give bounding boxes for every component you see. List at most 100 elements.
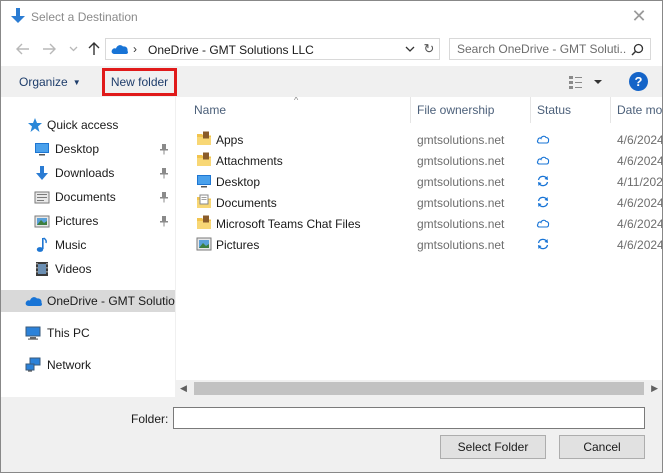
sidebar-item-label: Quick access xyxy=(47,118,119,132)
search-box[interactable] xyxy=(449,38,651,60)
refresh-icon[interactable]: ↻ xyxy=(421,41,437,57)
sidebar-item-pictures[interactable]: Pictures xyxy=(1,210,175,232)
close-button[interactable]: ✕ xyxy=(616,1,662,32)
change-view-icon[interactable] xyxy=(568,74,606,90)
search-icon xyxy=(631,43,644,56)
documents-icon xyxy=(197,194,211,208)
sidebar-item-this-pc[interactable]: This PC xyxy=(1,322,175,344)
file-row[interactable]: Documents gmtsolutions.net 4/6/2024 xyxy=(176,192,662,213)
new-folder-button[interactable]: New folder xyxy=(102,68,177,96)
download-arrow-icon xyxy=(11,8,25,23)
sync-status-icon xyxy=(537,196,549,208)
pin-icon[interactable] xyxy=(159,191,169,203)
file-name: Microsoft Teams Chat Files xyxy=(216,217,361,231)
horizontal-scrollbar[interactable]: ◀ ▶ xyxy=(176,380,662,397)
caret-down-icon: ▼ xyxy=(72,78,81,87)
up-button[interactable] xyxy=(86,41,102,57)
file-row[interactable]: Desktop gmtsolutions.net 4/11/2024 xyxy=(176,171,662,192)
new-folder-label: New folder xyxy=(110,75,169,89)
sidebar-item-quick-access[interactable]: Quick access xyxy=(1,114,175,136)
file-row[interactable]: Attachments gmtsolutions.net 4/6/2024 xyxy=(176,150,662,171)
sidebar-item-desktop[interactable]: Desktop xyxy=(1,138,175,160)
network-icon xyxy=(25,357,41,372)
search-input[interactable] xyxy=(457,42,627,56)
sidebar-item-music[interactable]: Music xyxy=(1,234,175,256)
sidebar-item-label: Network xyxy=(47,358,92,372)
cloud-status-icon xyxy=(536,219,550,228)
back-button[interactable] xyxy=(15,41,31,57)
sidebar-item-label: Pictures xyxy=(55,214,99,228)
pictures-icon xyxy=(34,215,50,228)
star-icon xyxy=(28,118,42,132)
select-destination-dialog: Select a Destination ✕ › OneDrive - GMT … xyxy=(0,0,663,473)
back-arrow-icon xyxy=(16,43,29,55)
sync-status-icon xyxy=(537,238,549,250)
navigation-pane: Quick access Desktop Downloads Documents… xyxy=(1,97,176,397)
file-date: 4/6/2024 xyxy=(617,238,662,252)
folder-label: Folder: xyxy=(131,412,169,426)
navigation-bar: › OneDrive - GMT Solutions LLC ↻ xyxy=(1,32,662,66)
onedrive-icon xyxy=(25,297,42,306)
forward-arrow-icon xyxy=(43,43,56,55)
organize-button[interactable]: Organize ▼ xyxy=(19,75,81,89)
cloud-status-icon xyxy=(536,135,550,144)
file-date: 4/11/2024 xyxy=(617,175,662,189)
file-date: 4/6/2024 xyxy=(617,133,662,147)
scroll-thumb[interactable] xyxy=(194,382,644,395)
download-icon xyxy=(36,166,48,180)
file-name: Attachments xyxy=(216,154,283,168)
window-title: Select a Destination xyxy=(31,10,138,24)
column-header-label: Name xyxy=(194,103,227,117)
file-row[interactable]: Apps gmtsolutions.net 4/6/2024 xyxy=(176,129,662,150)
onedrive-cloud-icon xyxy=(111,45,128,54)
sidebar-item-label: This PC xyxy=(47,326,90,340)
address-path[interactable]: OneDrive - GMT Solutions LLC xyxy=(148,43,314,57)
file-row[interactable]: Pictures gmtsolutions.net 4/6/2024 xyxy=(176,234,662,255)
column-header-label: Status xyxy=(537,103,572,117)
sidebar-item-label: Downloads xyxy=(55,166,115,180)
file-owner: gmtsolutions.net xyxy=(417,238,505,252)
chevron-down-icon[interactable] xyxy=(403,42,417,56)
desktop-icon xyxy=(197,175,211,188)
sidebar-item-videos[interactable]: Videos xyxy=(1,258,175,280)
file-row[interactable]: Microsoft Teams Chat Files gmtsolutions.… xyxy=(176,213,662,234)
folder-icon xyxy=(197,215,211,229)
scroll-left-icon[interactable]: ◀ xyxy=(180,383,187,394)
file-date: 4/6/2024 xyxy=(617,154,662,168)
file-name: Documents xyxy=(216,196,277,210)
desktop-icon xyxy=(35,143,49,156)
sidebar-item-downloads[interactable]: Downloads xyxy=(1,162,175,184)
file-name: Desktop xyxy=(216,175,261,189)
folder-icon xyxy=(197,131,211,145)
help-button[interactable]: ? xyxy=(629,72,648,91)
forward-button[interactable] xyxy=(41,41,57,57)
cancel-button[interactable]: Cancel xyxy=(559,435,645,459)
computer-icon xyxy=(25,326,41,340)
organize-label: Organize xyxy=(19,75,68,89)
column-header-file-ownership[interactable]: File ownership xyxy=(417,97,531,123)
file-owner: gmtsolutions.net xyxy=(417,175,505,189)
column-header-date-modified[interactable]: Date modified xyxy=(617,97,662,123)
sidebar-item-label: Desktop xyxy=(55,142,100,156)
sidebar-item-onedrive[interactable]: OneDrive - GMT Solutions LLC xyxy=(1,290,175,312)
file-owner: gmtsolutions.net xyxy=(417,217,505,231)
column-header-label: Date modified xyxy=(617,103,662,117)
cloud-status-icon xyxy=(536,156,550,165)
help-icon: ? xyxy=(634,74,643,89)
address-bar[interactable]: › OneDrive - GMT Solutions LLC ↻ xyxy=(105,38,440,60)
sidebar-item-label: Music xyxy=(55,238,87,252)
pin-icon[interactable] xyxy=(159,167,169,179)
title-bar: Select a Destination ✕ xyxy=(1,1,662,32)
sidebar-item-documents[interactable]: Documents xyxy=(1,186,175,208)
select-folder-button[interactable]: Select Folder xyxy=(440,435,546,459)
folder-name-field[interactable] xyxy=(173,407,645,429)
file-owner: gmtsolutions.net xyxy=(417,133,505,147)
column-header-name[interactable]: Name xyxy=(194,97,411,123)
music-icon xyxy=(36,237,47,252)
pin-icon[interactable] xyxy=(159,215,169,227)
sidebar-item-network[interactable]: Network xyxy=(1,354,175,376)
scroll-right-icon[interactable]: ▶ xyxy=(651,383,658,394)
pin-icon[interactable] xyxy=(159,143,169,155)
recent-locations-button[interactable] xyxy=(65,41,81,57)
column-header-status[interactable]: Status xyxy=(537,97,611,123)
